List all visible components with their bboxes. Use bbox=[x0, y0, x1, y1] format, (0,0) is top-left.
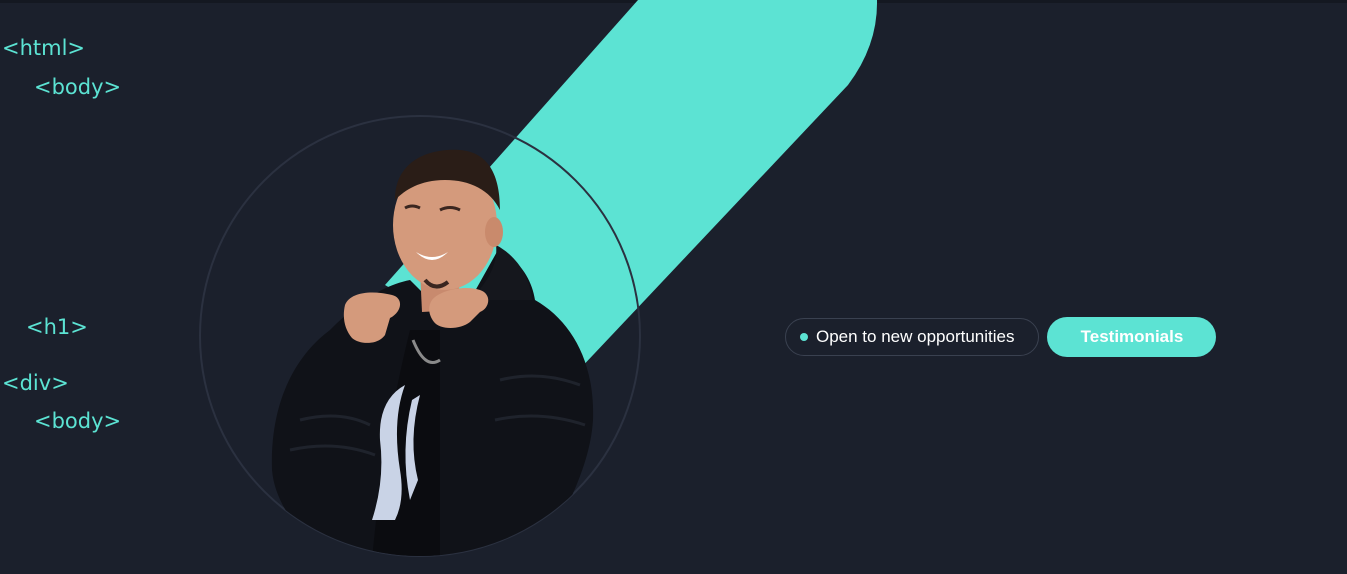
page: <html> <body> <h1> <div> <body> Open to … bbox=[0, 0, 1347, 574]
availability-text: Open to new opportunities bbox=[816, 327, 1015, 346]
availability-badge: Open to new opportunities bbox=[785, 318, 1040, 356]
hero-actions: Open to new opportunities Testimonials bbox=[785, 317, 1217, 357]
hero-illustration bbox=[199, 0, 878, 557]
status-dot-icon bbox=[800, 333, 808, 341]
testimonials-button[interactable]: Testimonials bbox=[1047, 317, 1217, 357]
